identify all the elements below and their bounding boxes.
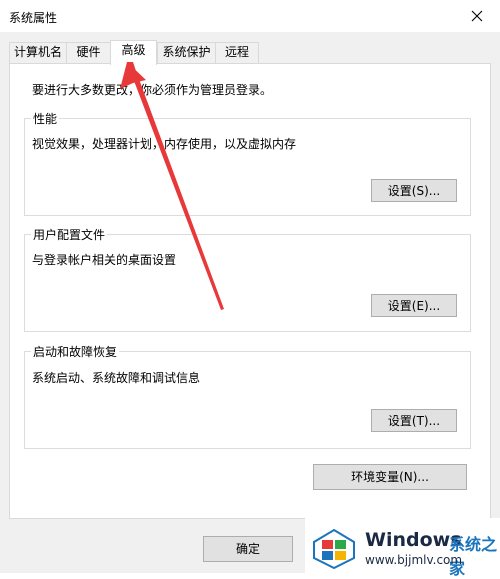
- watermark-brand: Windows: [365, 529, 462, 551]
- title-bar: 系统属性: [0, 0, 500, 32]
- tab-computer-name[interactable]: 计算机名: [9, 42, 67, 63]
- window-title: 系统属性: [9, 11, 58, 25]
- performance-group-title: 性能: [31, 110, 60, 127]
- user-profiles-group-title: 用户配置文件: [31, 226, 108, 243]
- tab-system-protection[interactable]: 系统保护: [157, 42, 216, 63]
- environment-variables-button[interactable]: 环境变量(N)...: [313, 464, 467, 490]
- watermark: Windows 系统之家 www.bjjmlv.com: [305, 518, 500, 578]
- user-profiles-description: 与登录帐户相关的桌面设置: [32, 253, 177, 267]
- close-button[interactable]: [454, 0, 500, 32]
- tab-hardware[interactable]: 硬件: [66, 42, 111, 63]
- tab-advanced[interactable]: 高级: [110, 40, 157, 65]
- startup-recovery-description: 系统启动、系统故障和调试信息: [32, 371, 201, 385]
- admin-note: 要进行大多数更改，你必须作为管理员登录。: [32, 83, 273, 97]
- performance-group: 性能 视觉效果，处理器计划，内存使用，以及虚拟内存 设置(S)...: [24, 110, 471, 216]
- system-properties-window: 系统属性 计算机名 硬件 高级 系统保护 远程 要进行大多数更改，你必须作为管理…: [0, 0, 500, 573]
- startup-recovery-group: 启动和故障恢复 系统启动、系统故障和调试信息 设置(T)...: [24, 343, 471, 449]
- tab-remote[interactable]: 远程: [215, 42, 259, 63]
- advanced-tab-panel: 要进行大多数更改，你必须作为管理员登录。 性能 视觉效果，处理器计划，内存使用，…: [9, 63, 491, 519]
- startup-recovery-settings-button[interactable]: 设置(T)...: [371, 409, 457, 432]
- performance-settings-button[interactable]: 设置(S)...: [371, 179, 457, 202]
- startup-recovery-group-title: 启动和故障恢复: [31, 343, 120, 360]
- performance-description: 视觉效果，处理器计划，内存使用，以及虚拟内存: [32, 137, 297, 151]
- user-profiles-group: 用户配置文件 与登录帐户相关的桌面设置 设置(E)...: [24, 226, 471, 332]
- ok-button[interactable]: 确定: [203, 536, 293, 562]
- close-icon: [471, 10, 483, 22]
- watermark-url: www.bjjmlv.com: [365, 553, 463, 567]
- user-profiles-settings-button[interactable]: 设置(E)...: [371, 294, 457, 317]
- windows-logo-icon: [313, 528, 355, 570]
